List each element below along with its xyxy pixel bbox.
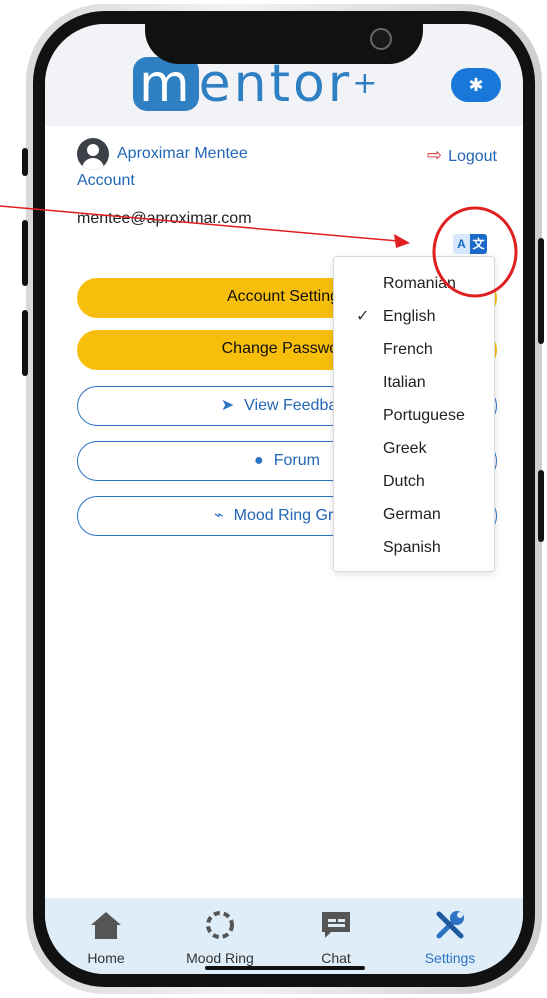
report-bug-button[interactable]: ✱: [451, 68, 501, 102]
language-option-portuguese[interactable]: Portuguese: [334, 399, 494, 432]
paper-plane-icon: ➤: [220, 397, 235, 414]
power-button: [538, 238, 544, 344]
translate-icon: A: [453, 234, 470, 254]
comments-icon: ●: [254, 452, 264, 469]
language-option-dutch[interactable]: Dutch: [334, 465, 494, 498]
language-dropdown: Romanian ✓ English French Italian Portugu…: [333, 256, 495, 572]
chat-icon: [322, 912, 350, 938]
mood-ring-icon: [206, 911, 234, 939]
language-option-greek[interactable]: Greek: [334, 432, 494, 465]
language-option-french[interactable]: French: [334, 333, 494, 366]
home-icon: [91, 912, 121, 939]
app-screen: m entor+ ✱ Aproximar Mentee Account ⇨ Logo…: [45, 24, 523, 974]
language-option-italian[interactable]: Italian: [334, 366, 494, 399]
language-option-romanian[interactable]: Romanian: [334, 267, 494, 300]
logout-button[interactable]: ⇨ Logout: [427, 145, 497, 166]
language-option-german[interactable]: German: [334, 498, 494, 531]
line-chart-icon: ⌁: [214, 507, 224, 524]
home-indicator: [205, 966, 365, 970]
bug-icon: ✱: [468, 75, 484, 95]
logout-icon: ⇨: [426, 145, 443, 165]
language-option-spanish[interactable]: Spanish: [334, 531, 494, 564]
tab-home[interactable]: Home: [61, 898, 151, 974]
volume-up-button: [22, 220, 28, 286]
settings-icon: [436, 911, 464, 939]
front-camera: [370, 28, 392, 50]
tab-settings[interactable]: Settings: [405, 898, 495, 974]
tab-chat[interactable]: Chat: [291, 898, 381, 974]
account-name: Aproximar Mentee: [117, 145, 248, 162]
tab-mood-ring[interactable]: Mood Ring: [175, 898, 265, 974]
language-option-english[interactable]: ✓ English: [334, 300, 494, 333]
checkmark-icon: ✓: [356, 308, 370, 325]
language-switch-button[interactable]: A 文: [453, 234, 487, 254]
mute-switch: [22, 148, 28, 176]
account-email: mentee@aproximar.com: [77, 210, 252, 227]
bottom-tab-bar: Home Mood Ring Chat Settings: [45, 898, 523, 974]
account-label: Account: [77, 172, 135, 189]
side-button-lower: [538, 470, 544, 542]
volume-down-button: [22, 310, 28, 376]
avatar: [77, 138, 109, 170]
